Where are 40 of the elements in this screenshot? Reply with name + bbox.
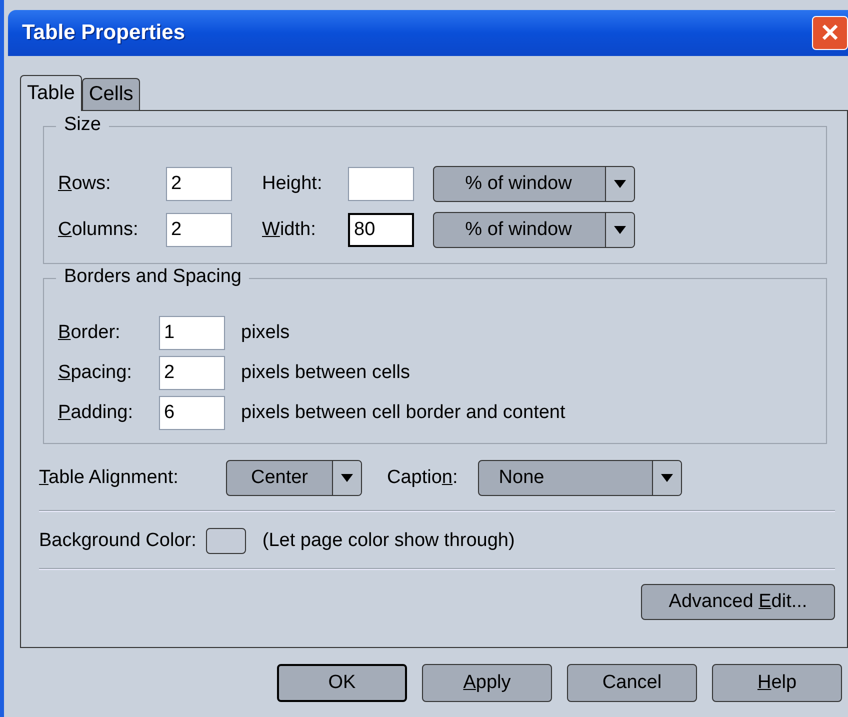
text-field[interactable]: 2 [166,167,232,201]
field-label: Columns: [58,219,140,241]
caret-icon [660,474,673,482]
caret-icon [614,226,626,234]
caret-icon [341,474,353,482]
dialog-button[interactable]: OK [277,664,407,702]
field-hint: pixels between cell border and content [241,402,566,424]
close-button[interactable]: ✕ [812,16,848,50]
text-field[interactable]: 6 [159,396,225,430]
dialog-button[interactable]: Cancel [567,664,697,702]
advanced-edit-button[interactable]: Advanced Edit... [641,584,835,620]
field-label: Border: [58,322,122,344]
dropdown[interactable]: Center [226,460,362,496]
dropdown[interactable]: % of window [433,212,635,248]
caret-icon [614,180,626,188]
field-label: Background Color: [39,530,196,552]
field-label: Padding: [58,402,134,424]
text-field[interactable] [348,167,414,201]
field-label: Table Alignment: [39,467,180,489]
tab[interactable]: Cells [82,78,140,110]
dialog-button[interactable]: Help [712,664,842,702]
dropdown[interactable]: % of window [433,166,635,202]
field-hint: pixels between cells [241,362,410,384]
text-field[interactable]: 2 [159,356,225,390]
text-field[interactable]: 80 [348,213,414,247]
field-label: Width: [262,219,317,241]
field-label: Height: [262,173,324,195]
window-title: Table Properties [22,21,185,45]
dropdown[interactable]: None [478,460,682,496]
field-label: Caption: [387,467,458,489]
field-hint: pixels [241,322,290,344]
tab[interactable]: Table [20,75,82,111]
text-field[interactable]: 1 [159,316,225,350]
color-swatch[interactable] [206,528,246,554]
field-label: Rows: [58,173,112,195]
group-title: Borders and Spacing [56,266,250,288]
text-field[interactable]: 2 [166,213,232,247]
field-hint: (Let page color show through) [262,530,515,552]
dialog-button[interactable]: Apply [422,664,552,702]
field-label: Spacing: [58,362,133,384]
